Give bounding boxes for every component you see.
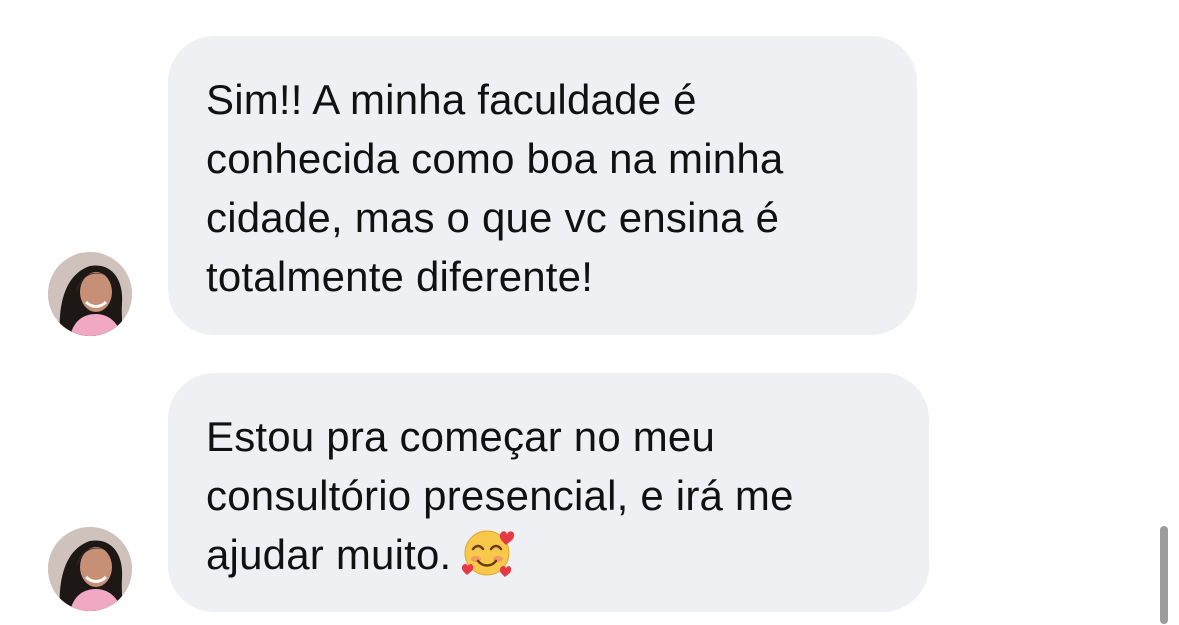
avatar[interactable] — [48, 527, 132, 611]
avatar[interactable] — [48, 252, 132, 336]
message-bubble[interactable]: Estou pra começar no meu consultório pre… — [168, 373, 929, 612]
scrollbar[interactable] — [1160, 526, 1168, 624]
message-text-container: Estou pra começar no meu consultório pre… — [206, 407, 889, 584]
smiling-face-with-hearts-icon — [459, 525, 517, 579]
message-bubble[interactable]: Sim!! A minha faculdade é conhecida como… — [168, 36, 917, 335]
profile-photo-icon — [48, 252, 132, 336]
message-text: Sim!! A minha faculdade é conhecida como… — [206, 76, 784, 300]
profile-photo-icon — [48, 527, 132, 611]
